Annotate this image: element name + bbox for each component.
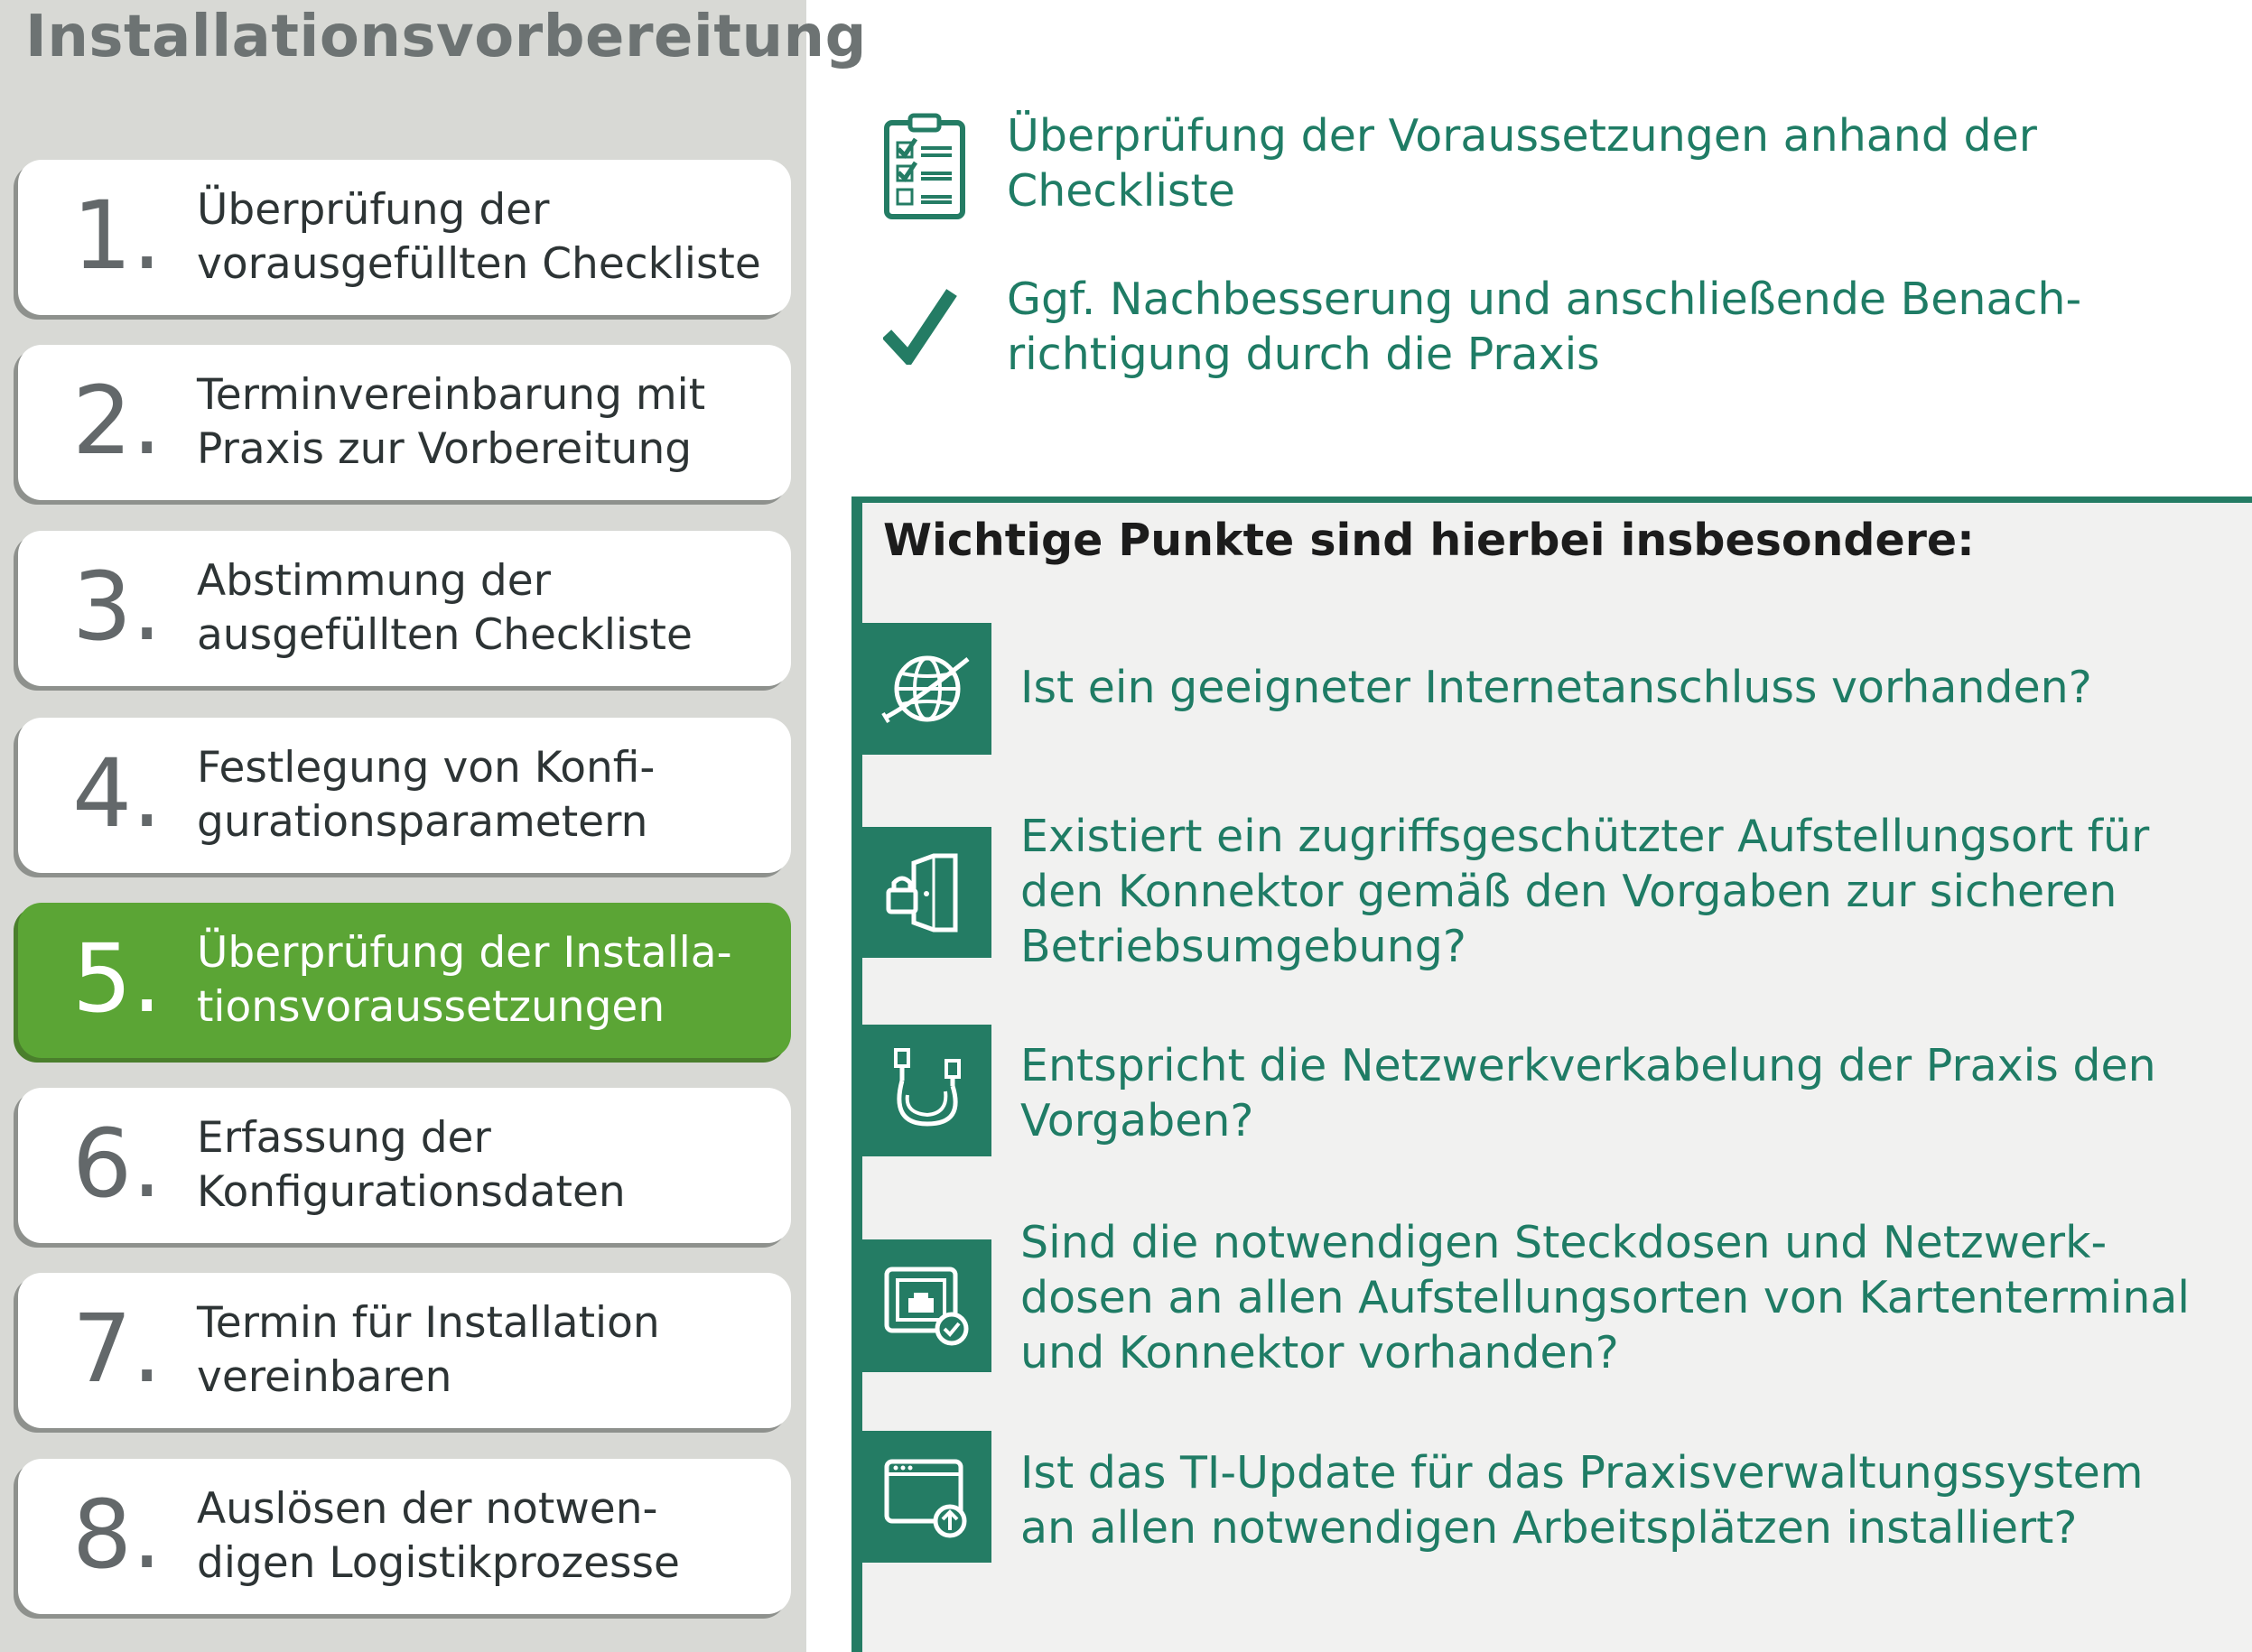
step-8[interactable]: 8. Auslösen der notwen- digen Logistikpr… [18,1459,791,1614]
step-number: 3. [72,552,163,662]
step-7[interactable]: 7. Termin für Installation vereinbaren [18,1273,791,1428]
checklist-review-text: Überprüfung der Voraussetzungen anhand d… [1007,110,2037,217]
step-label: Termin für Installation vereinbaren [197,1298,660,1402]
step-5-active[interactable]: 5. Überprüfung der Installa- tionsvoraus… [18,903,791,1058]
step-label: Festlegung von Konfi- gurationsparameter… [197,743,656,847]
sockets-question: Sind die notwendigen Steckdosen und Netz… [1020,1217,2191,1378]
step-label: Erfassung der Konfigurationsdaten [197,1113,626,1217]
cabling-question: Entspricht die Netzwerkverkabelung der P… [1020,1040,2156,1146]
step-6[interactable]: 6. Erfassung der Konfigurationsdaten [18,1088,791,1243]
sidebar-title: Installationsvorbereitung [25,4,867,70]
step-label: Überprüfung der vorausgefüllten Checklis… [197,185,761,289]
network-cable-icon [862,1025,991,1156]
step-1[interactable]: 1. Überprüfung der vorausgefüllten Check… [18,160,791,315]
step-2[interactable]: 2. Terminvereinbarung mit Praxis zur Vor… [18,345,791,500]
globe-icon [862,623,991,755]
step-number: 1. [72,181,163,291]
step-label: Überprüfung der Installa- tionsvorausset… [197,928,732,1032]
location-question: Existiert ein zugriffsgeschützter Aufste… [1020,811,2150,972]
step-number: 5. [72,923,163,1034]
locked-door-icon [862,827,991,958]
followup-text: Ggf. Nachbesserung und anschließende Ben… [1007,274,2082,380]
step-number: 4. [72,738,163,849]
checkmark-icon [883,289,957,365]
step-number: 2. [72,366,163,476]
step-number: 6. [72,1109,163,1219]
panel-title: Wichtige Punkte sind hierbei insbesonder… [883,515,1975,566]
clipboard-checklist-icon [884,113,965,219]
step-label: Abstimmung der ausgefüllten Checkliste [197,556,693,660]
step-number: 7. [72,1294,163,1404]
network-socket-check-icon [862,1239,991,1372]
step-number: 8. [72,1480,163,1590]
update-question: Ist das TI-Update für das Praxisverwaltu… [1020,1447,2144,1554]
step-label: Auslösen der notwen- digen Logistikproze… [197,1484,680,1588]
software-update-icon [862,1431,991,1563]
step-3[interactable]: 3. Abstimmung der ausgefüllten Checklist… [18,531,791,686]
internet-question: Ist ein geeigneter Internetanschluss vor… [1020,662,2092,713]
step-label: Terminvereinbarung mit Praxis zur Vorber… [197,370,706,474]
step-4[interactable]: 4. Festlegung von Konfi- gurationsparame… [18,718,791,873]
